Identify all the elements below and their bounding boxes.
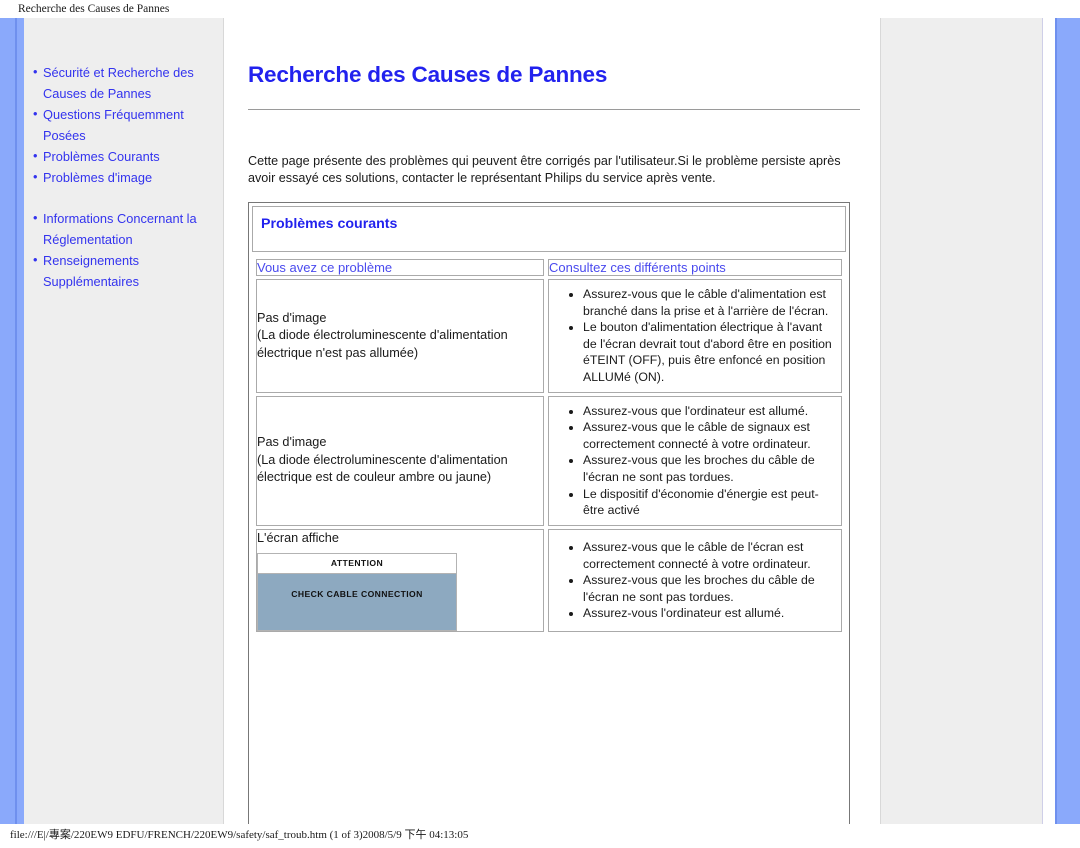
check-item: Assurez-vous que le câble de signaux est… bbox=[583, 419, 835, 452]
title-divider bbox=[248, 109, 860, 110]
checks-cell: Assurez-vous que l'ordinateur est allumé… bbox=[548, 395, 842, 526]
section-header-cell: Problèmes courants bbox=[252, 206, 846, 252]
check-item: Le dispositif d'économie d'énergie est p… bbox=[583, 486, 835, 519]
right-gutter-accent-line bbox=[1055, 18, 1057, 824]
bullet-icon: • bbox=[33, 148, 38, 163]
main-content: Recherche des Causes de Pannes Cette pag… bbox=[226, 18, 880, 824]
sidebar-item-label: Problèmes d'image bbox=[43, 170, 153, 185]
osd-message: CHECK CABLE CONNECTION bbox=[258, 574, 456, 631]
right-blue-gutter bbox=[1055, 18, 1080, 824]
sidebar-item-label: Informations Concernant la Réglementatio… bbox=[43, 211, 197, 247]
bullet-icon: • bbox=[33, 169, 38, 184]
left-gutter-accent-line bbox=[15, 18, 17, 824]
check-item: Assurez-vous que les broches du câble de… bbox=[583, 452, 835, 485]
sidebar-item-5[interactable]: • Informations Concernant la Réglementati… bbox=[24, 208, 223, 250]
problem-cell: L'écran affiche ATTENTION CHECK CABLE CONN… bbox=[256, 528, 544, 633]
checks-list: Assurez-vous que le câble d'alimentation… bbox=[549, 280, 841, 392]
osd-title: ATTENTION bbox=[258, 554, 456, 575]
problem-description: Pas d'image (La diode électroluminescente… bbox=[257, 310, 508, 360]
checks-cell: Assurez-vous que le câble d'alimentation… bbox=[548, 279, 842, 393]
bullet-icon: • bbox=[33, 252, 38, 267]
bullet-icon: • bbox=[33, 210, 38, 225]
sidebar-item-1[interactable]: • Sécurité et Recherche des Causes de Pan… bbox=[24, 62, 223, 104]
check-item: Assurez-vous que l'ordinateur est allumé… bbox=[583, 403, 835, 420]
table-row: Pas d'image (La diode électroluminescente… bbox=[256, 279, 842, 393]
check-item: Assurez-vous que le câble d'alimentation… bbox=[583, 286, 835, 319]
column-header-right: Consultez ces différents points bbox=[548, 259, 842, 276]
check-item: Assurez-vous l'ordinateur est allumé. bbox=[583, 605, 835, 622]
table-row: L'écran affiche ATTENTION CHECK CABLE CONN… bbox=[256, 528, 842, 633]
status-bar-path: file:///E|/專案/220EW9 EDFU/FRENCH/220EW9/… bbox=[0, 826, 1080, 848]
sidebar-nav-list: • Sécurité et Recherche des Causes de Pan… bbox=[24, 18, 223, 292]
page-title: Recherche des Causes de Pannes bbox=[248, 62, 608, 88]
sidebar-item-label: Questions Fréquemment Posées bbox=[43, 107, 184, 143]
column-header-left: Vous avez ce problème bbox=[256, 259, 544, 276]
sidebar-item-3[interactable]: • Problèmes Courants bbox=[24, 146, 223, 167]
section-title: Problèmes courants bbox=[261, 216, 398, 232]
intro-paragraph: Cette page présente des problèmes qui pe… bbox=[248, 153, 841, 186]
bullet-icon: • bbox=[33, 64, 38, 79]
checks-list: Assurez-vous que l'ordinateur est allumé… bbox=[549, 397, 841, 525]
check-item: Assurez-vous que les broches du câble de… bbox=[583, 572, 835, 605]
bullet-icon: • bbox=[33, 106, 38, 121]
sidebar-item-label: Problèmes Courants bbox=[43, 149, 160, 164]
osd-attention-graphic: ATTENTION CHECK CABLE CONNECTION bbox=[257, 553, 457, 632]
table-header-row: Vous avez ce problème Consultez ces diffé… bbox=[256, 259, 842, 276]
right-margin-panel bbox=[880, 18, 1043, 824]
problem-cell: Pas d'image (La diode électroluminescente… bbox=[256, 395, 544, 526]
sidebar-item-label: Sécurité et Recherche des Causes de Pann… bbox=[43, 65, 194, 101]
left-blue-gutter bbox=[0, 18, 24, 824]
problem-cell: Pas d'image (La diode électroluminescente… bbox=[256, 279, 544, 393]
document-page: • Sécurité et Recherche des Causes de Pan… bbox=[0, 18, 1080, 824]
check-item: Le bouton d'alimentation électrique à l'… bbox=[583, 319, 835, 385]
check-item: Assurez-vous que le câble de l'écran est… bbox=[583, 539, 835, 572]
sidebar-item-6[interactable]: • Renseignements Supplémentaires bbox=[24, 250, 223, 292]
sidebar-item-label: Renseignements Supplémentaires bbox=[43, 253, 140, 289]
problems-grid: Vous avez ce problème Consultez ces diffé… bbox=[252, 256, 846, 635]
problem-description: L'écran affiche bbox=[257, 530, 339, 545]
problem-description: Pas d'image (La diode électroluminescente… bbox=[257, 435, 508, 485]
sidebar-item-2[interactable]: • Questions Fréquemment Posées bbox=[24, 104, 223, 146]
checks-cell: Assurez-vous que le câble de l'écran est… bbox=[548, 528, 842, 633]
print-header: Recherche des Causes de Pannes bbox=[18, 3, 170, 15]
table-row: Pas d'image (La diode électroluminescente… bbox=[256, 395, 842, 526]
common-problems-table: Problèmes courants Vous avez ce problème… bbox=[248, 202, 850, 824]
sidebar: • Sécurité et Recherche des Causes de Pan… bbox=[24, 18, 224, 824]
sidebar-item-4[interactable]: • Problèmes d'image bbox=[24, 167, 223, 188]
checks-list: Assurez-vous que le câble de l'écran est… bbox=[549, 533, 841, 628]
